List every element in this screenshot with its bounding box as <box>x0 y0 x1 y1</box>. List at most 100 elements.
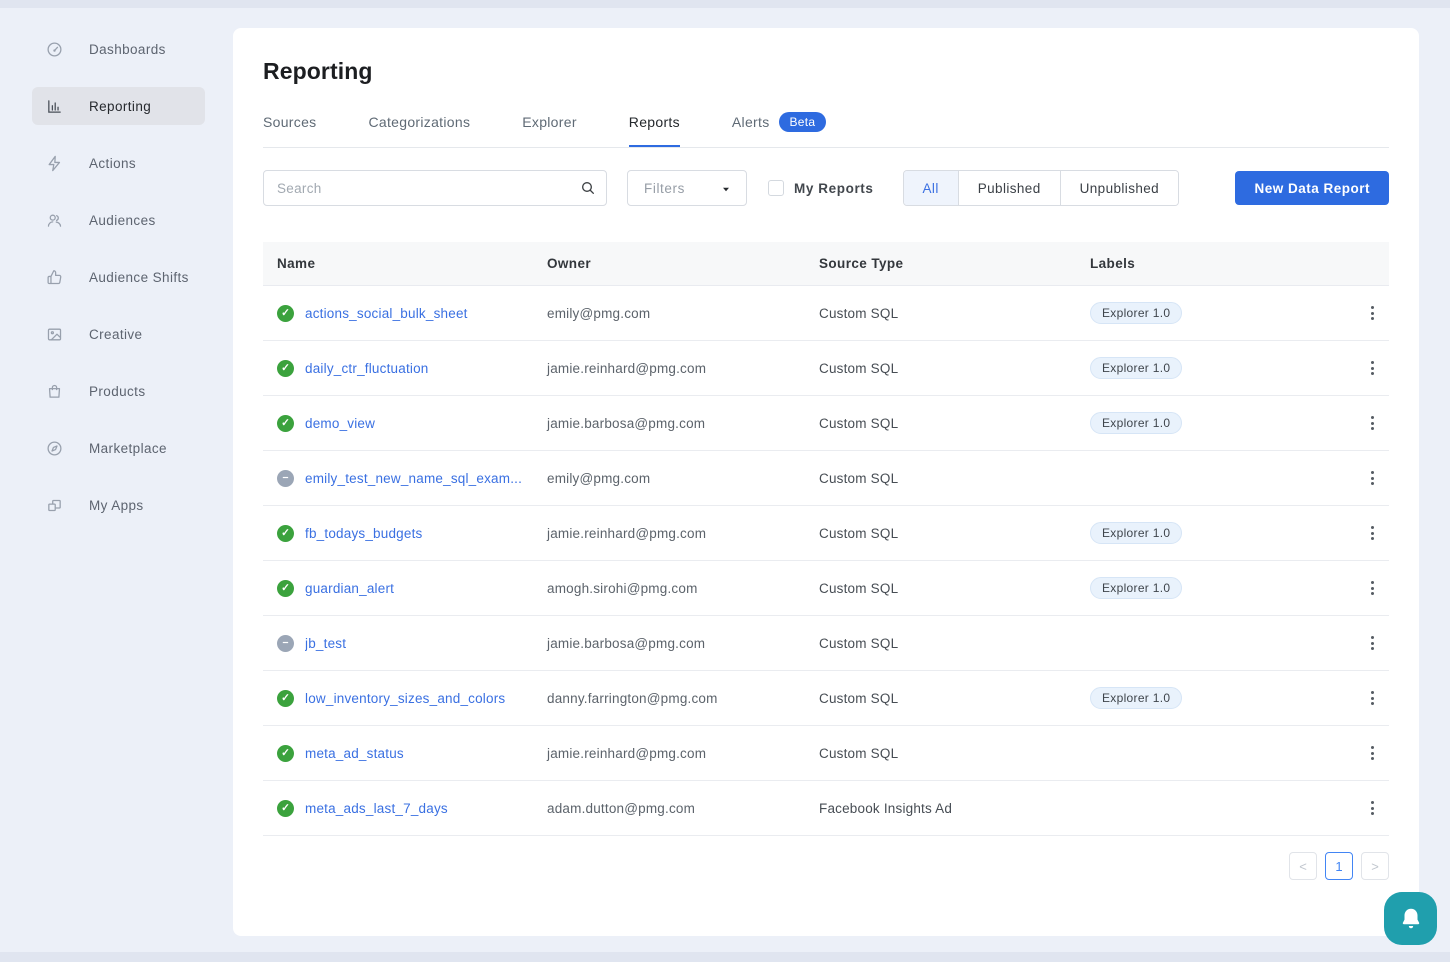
row-menu-kebab-icon[interactable] <box>1355 742 1389 764</box>
tab-label: Explorer <box>522 114 577 130</box>
sidebar-item-label: Audiences <box>89 213 156 228</box>
page-title: Reporting <box>263 58 1389 85</box>
sidebar-item-creative[interactable]: Creative <box>32 315 205 353</box>
report-name-link[interactable]: fb_todays_budgets <box>305 526 423 541</box>
table-row: ✓ daily_ctr_fluctuation jamie.reinhard@p… <box>263 341 1389 396</box>
table-row: ✓ guardian_alert amogh.sirohi@pmg.com Cu… <box>263 561 1389 616</box>
row-menu-kebab-icon[interactable] <box>1355 797 1389 819</box>
sidebar-item-audiences[interactable]: Audiences <box>32 201 205 239</box>
row-menu-kebab-icon[interactable] <box>1355 632 1389 654</box>
source-type-cell: Custom SQL <box>819 581 1090 596</box>
report-name-link[interactable]: low_inventory_sizes_and_colors <box>305 691 505 706</box>
report-name-link[interactable]: guardian_alert <box>305 581 394 596</box>
sidebar-item-label: Reporting <box>89 99 151 114</box>
report-name-link[interactable]: daily_ctr_fluctuation <box>305 361 429 376</box>
row-menu-kebab-icon[interactable] <box>1355 687 1389 709</box>
labels-cell: Explorer 1.0 <box>1090 412 1355 434</box>
unpublished-status-icon: − <box>277 470 294 487</box>
sidebar-item-my-apps[interactable]: My Apps <box>32 486 205 524</box>
name-cell: − emily_test_new_name_sql_exam... <box>263 470 547 487</box>
owner-cell: jamie.reinhard@pmg.com <box>547 526 819 541</box>
filters-dropdown[interactable]: Filters <box>627 170 747 206</box>
apps-icon <box>46 497 63 514</box>
sidebar-item-dashboards[interactable]: Dashboards <box>32 30 205 68</box>
sidebar-item-marketplace[interactable]: Marketplace <box>32 429 205 467</box>
report-name-link[interactable]: meta_ads_last_7_days <box>305 801 448 816</box>
row-menu-kebab-icon[interactable] <box>1355 357 1389 379</box>
published-status-icon: ✓ <box>277 580 294 597</box>
report-name-link[interactable]: emily_test_new_name_sql_exam... <box>305 471 522 486</box>
sidebar-item-label: Creative <box>89 327 142 342</box>
reports-table: Name Owner Source Type Labels ✓ actions_… <box>263 242 1389 836</box>
tab-alerts[interactable]: Alerts Beta <box>732 112 826 147</box>
pagination-next-button[interactable]: > <box>1361 852 1389 880</box>
my-reports-checkbox[interactable] <box>768 180 784 196</box>
sidebar-item-label: Audience Shifts <box>89 270 189 285</box>
label-pill: Explorer 1.0 <box>1090 357 1182 379</box>
source-type-cell: Custom SQL <box>819 416 1090 431</box>
table-row: ✓ fb_todays_budgets jamie.reinhard@pmg.c… <box>263 506 1389 561</box>
row-menu-kebab-icon[interactable] <box>1355 577 1389 599</box>
name-cell: ✓ meta_ad_status <box>263 745 547 762</box>
window-edge-top <box>0 0 1450 8</box>
labels-cell: Explorer 1.0 <box>1090 302 1355 324</box>
sidebar-item-label: Dashboards <box>89 42 166 57</box>
name-cell: ✓ meta_ads_last_7_days <box>263 800 547 817</box>
labels-cell: Explorer 1.0 <box>1090 357 1355 379</box>
labels-cell: Explorer 1.0 <box>1090 577 1355 599</box>
label-pill: Explorer 1.0 <box>1090 412 1182 434</box>
search-input[interactable] <box>263 170 607 206</box>
row-menu-kebab-icon[interactable] <box>1355 467 1389 489</box>
published-status-icon: ✓ <box>277 690 294 707</box>
tab-categorizations[interactable]: Categorizations <box>368 112 470 147</box>
tab-label: Sources <box>263 114 316 130</box>
table-row: ✓ meta_ad_status jamie.reinhard@pmg.com … <box>263 726 1389 781</box>
report-name-link[interactable]: demo_view <box>305 416 375 431</box>
main-content-card: Reporting Sources Categorizations Explor… <box>233 28 1419 936</box>
table-row: ✓ meta_ads_last_7_days adam.dutton@pmg.c… <box>263 781 1389 836</box>
segment-published[interactable]: Published <box>959 171 1061 205</box>
new-data-report-button[interactable]: New Data Report <box>1235 171 1389 205</box>
tab-explorer[interactable]: Explorer <box>522 112 577 147</box>
published-status-icon: ✓ <box>277 305 294 322</box>
source-type-cell: Custom SQL <box>819 471 1090 486</box>
sidebar-item-audience-shifts[interactable]: Audience Shifts <box>32 258 205 296</box>
notification-chat-widget-button[interactable] <box>1384 892 1437 945</box>
publish-filter-segmented-control: All Published Unpublished <box>903 170 1180 206</box>
sidebar-item-label: My Apps <box>89 498 144 513</box>
search-box <box>263 170 607 206</box>
pagination-page-1[interactable]: 1 <box>1325 852 1353 880</box>
sidebar-item-reporting[interactable]: Reporting <box>32 87 205 125</box>
segment-all[interactable]: All <box>904 171 959 205</box>
table-row: − jb_test jamie.barbosa@pmg.com Custom S… <box>263 616 1389 671</box>
tab-sources[interactable]: Sources <box>263 112 316 147</box>
name-cell: ✓ low_inventory_sizes_and_colors <box>263 690 547 707</box>
toolbar: Filters My Reports All Published Unpubli… <box>263 170 1389 206</box>
report-name-link[interactable]: meta_ad_status <box>305 746 404 761</box>
owner-cell: jamie.reinhard@pmg.com <box>547 746 819 761</box>
sidebar-item-label: Products <box>89 384 145 399</box>
published-status-icon: ✓ <box>277 525 294 542</box>
sidebar-item-products[interactable]: Products <box>32 372 205 410</box>
report-name-link[interactable]: actions_social_bulk_sheet <box>305 306 468 321</box>
name-cell: ✓ actions_social_bulk_sheet <box>263 305 547 322</box>
bar-chart-icon <box>46 98 63 115</box>
segment-unpublished[interactable]: Unpublished <box>1061 171 1178 205</box>
people-icon <box>46 212 63 229</box>
row-menu-kebab-icon[interactable] <box>1355 302 1389 324</box>
zap-icon <box>46 155 63 172</box>
label-pill: Explorer 1.0 <box>1090 302 1182 324</box>
row-menu-kebab-icon[interactable] <box>1355 412 1389 434</box>
row-menu-kebab-icon[interactable] <box>1355 522 1389 544</box>
tab-reports[interactable]: Reports <box>629 112 680 147</box>
source-type-cell: Custom SQL <box>819 636 1090 651</box>
pagination-prev-button[interactable]: < <box>1289 852 1317 880</box>
sidebar-item-actions[interactable]: Actions <box>32 144 205 182</box>
my-reports-toggle[interactable]: My Reports <box>768 180 874 196</box>
owner-cell: jamie.reinhard@pmg.com <box>547 361 819 376</box>
shopping-bag-icon <box>46 383 63 400</box>
name-cell: ✓ fb_todays_budgets <box>263 525 547 542</box>
published-status-icon: ✓ <box>277 800 294 817</box>
report-name-link[interactable]: jb_test <box>305 636 346 651</box>
name-cell: ✓ demo_view <box>263 415 547 432</box>
